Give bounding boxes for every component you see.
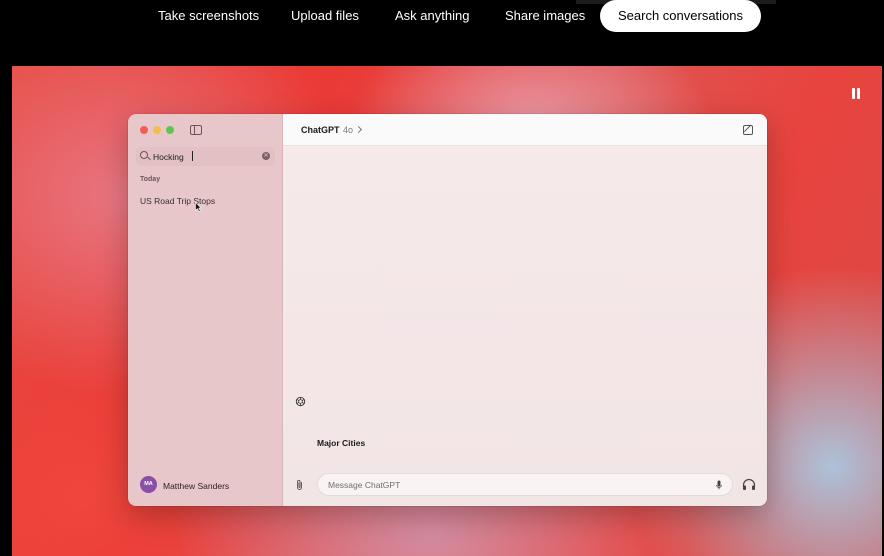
zoom-window-button[interactable] [166, 126, 174, 134]
user-name[interactable]: Matthew Sanders [163, 481, 229, 491]
response-heading: Major Cities [317, 438, 366, 448]
tab-take-screenshots[interactable]: Take screenshots [140, 0, 277, 32]
search-bar[interactable]: ✕ [136, 147, 275, 166]
search-input[interactable] [153, 149, 253, 164]
chevron-right-icon[interactable] [354, 125, 363, 134]
model-selector-title[interactable]: ChatGPT [301, 125, 340, 135]
chat-main-pane: ChatGPT 4o Major Cities [283, 114, 767, 506]
avatar[interactable]: MA [140, 476, 157, 493]
sidebar: ✕ Today US Road Trip Stops MA Matthew Sa… [128, 114, 283, 506]
message-input[interactable] [328, 478, 688, 492]
tab-upload-files[interactable]: Upload files [273, 0, 377, 32]
feature-tabs: Take screenshots Upload files Ask anythi… [0, 0, 884, 32]
message-composer[interactable] [317, 473, 733, 496]
section-label-today: Today [140, 176, 161, 183]
paperclip-icon[interactable] [295, 479, 304, 491]
text-caret [192, 151, 193, 161]
tab-share-images[interactable]: Share images [487, 0, 603, 32]
minimize-window-button[interactable] [153, 126, 161, 134]
microphone-icon[interactable] [716, 480, 722, 490]
tab-ask-anything[interactable]: Ask anything [377, 0, 487, 32]
sidebar-toggle-icon[interactable] [190, 125, 202, 135]
model-version[interactable]: 4o [343, 125, 353, 135]
pause-icon[interactable] [850, 88, 862, 100]
search-icon [140, 151, 148, 159]
new-chat-icon[interactable] [743, 125, 753, 135]
chat-header: ChatGPT 4o [283, 114, 767, 146]
headphones-icon[interactable] [742, 478, 756, 491]
chatgpt-app-window: ✕ Today US Road Trip Stops MA Matthew Sa… [128, 114, 767, 506]
search-result-item[interactable]: US Road Trip Stops [140, 196, 215, 206]
clear-search-icon[interactable]: ✕ [262, 152, 270, 160]
openai-logo-icon [295, 396, 306, 407]
close-window-button[interactable] [140, 126, 148, 134]
mouse-pointer-icon [195, 202, 202, 212]
tab-search-conversations[interactable]: Search conversations [600, 0, 762, 32]
